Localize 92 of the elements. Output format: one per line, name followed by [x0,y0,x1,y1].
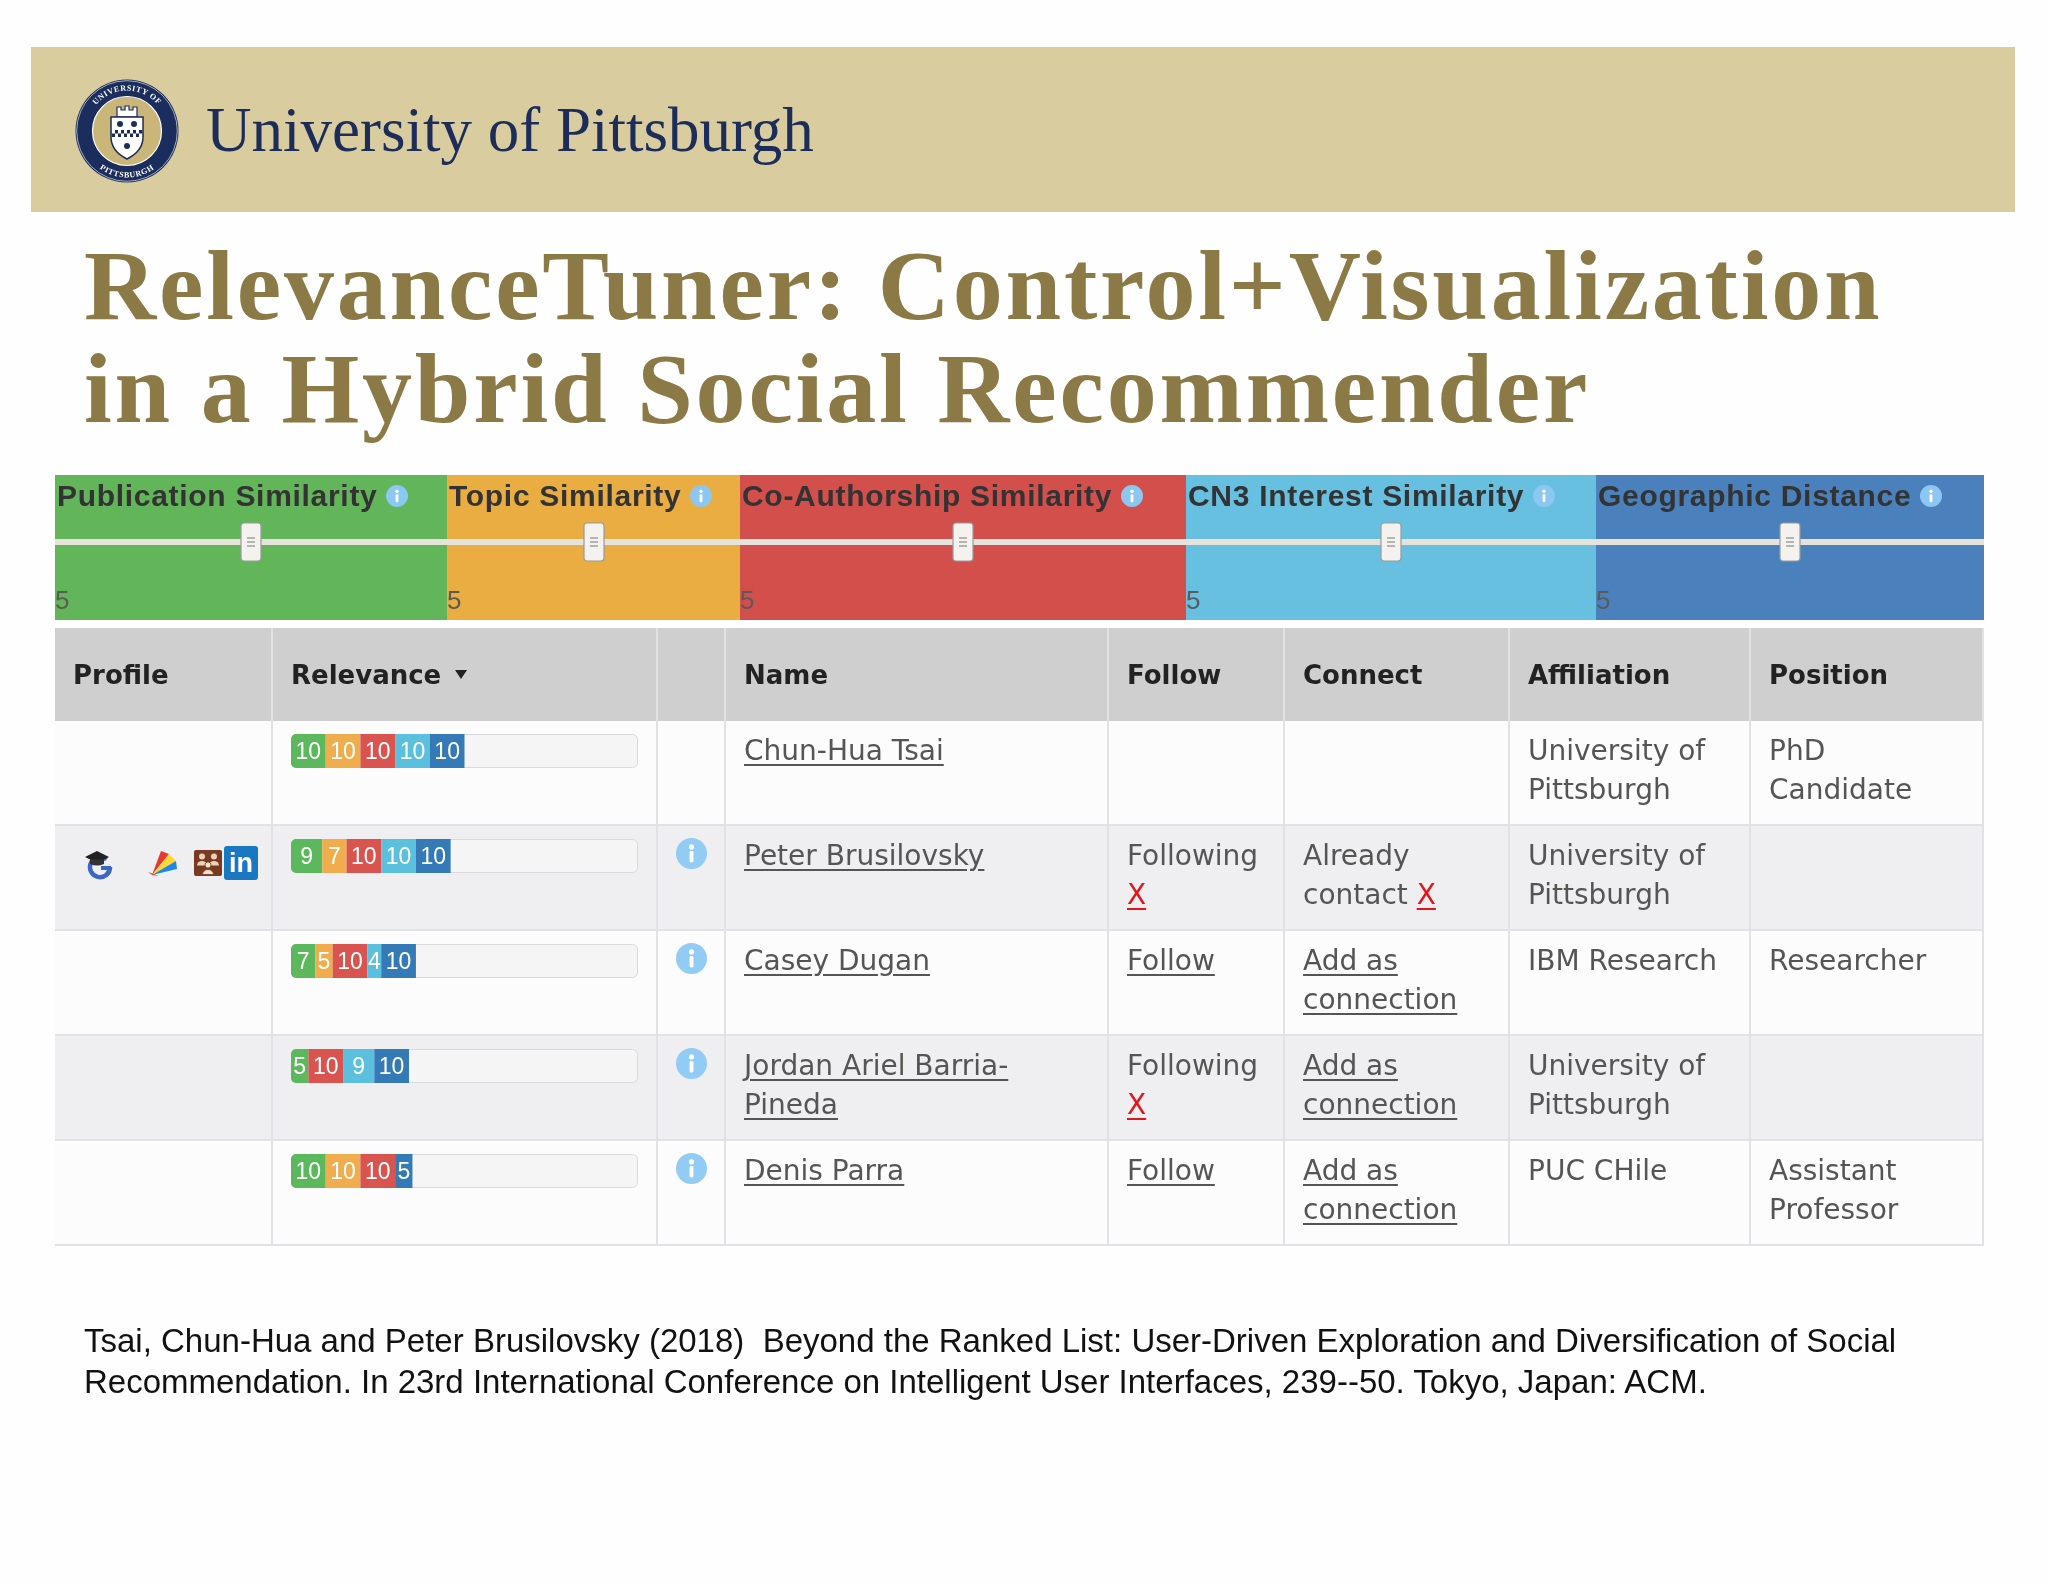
slider-value: 5 [447,585,463,615]
score-bar: 10 [332,944,368,978]
score-bar: 10 [325,734,361,768]
score-bar: 10 [395,734,430,768]
affiliation-text: University of Pittsburgh [1528,839,1706,911]
data-label: 5 [293,1053,307,1079]
score-bar: 10 [381,944,416,978]
score-bar: 10 [291,1154,326,1188]
slider-label: Topic Similarity [449,479,682,513]
data-label: 9 [300,843,314,869]
follow-link[interactable]: Follow [1127,941,1215,980]
add-connection-link[interactable]: Add as connection [1303,1046,1498,1124]
info-icon[interactable] [675,1048,707,1079]
score-bar: 10 [381,839,416,873]
info-icon[interactable] [386,485,409,507]
info-icon[interactable] [675,943,707,974]
university-name: University of Pittsburgh [206,96,814,166]
position-text: Researcher [1769,944,1927,977]
column-header: Connect [1303,659,1423,690]
score-bar: 10 [360,734,396,768]
score-bar: 10 [360,1154,396,1188]
score-bar: 10 [291,734,326,768]
connection-status: Already contact [1303,839,1410,911]
slider-label: CN3 Interest Similarity [1188,479,1525,513]
person-name-link[interactable]: Jordan Ariel Barria-Pineda [744,1046,1089,1124]
score-bar: 7 [291,944,316,978]
info-icon[interactable] [690,485,713,507]
column-header: Name [744,659,829,690]
score-bar: 10 [325,1154,361,1188]
add-connection-link[interactable]: Add as connection [1303,1151,1498,1229]
person-name-link[interactable]: Chun-Hua Tsai [744,731,944,770]
info-icon[interactable] [675,838,707,869]
slider-label: Geographic Distance [1598,479,1912,513]
data-label: 5 [317,948,331,974]
slider-value: 5 [55,585,71,615]
unfollow-link[interactable]: X [1127,1088,1147,1121]
follow-status: Following [1127,839,1259,872]
score-bar: 10 [374,1049,409,1083]
slider-thumb[interactable] [582,522,605,562]
slider-thumb[interactable] [240,522,262,562]
unfollow-link[interactable]: X [1127,878,1147,911]
add-connection-link[interactable]: Add as connection [1303,941,1498,1019]
person-name-link[interactable]: Casey Dugan [744,941,930,980]
score-bar: 5 [315,944,333,978]
score-bar: 9 [343,1049,375,1083]
slider-thumb[interactable] [1779,522,1801,562]
affiliation-text: University of Pittsburgh [1528,1049,1706,1121]
remove-connection-link[interactable]: X [1416,878,1436,911]
affiliation-text: University of Pittsburgh [1528,734,1706,806]
data-label: 7 [296,948,310,974]
slider-thumb[interactable] [952,522,974,562]
data-label: 4 [367,948,381,974]
data-label: 9 [352,1053,366,1079]
column-header: Affiliation [1528,659,1671,690]
follow-link[interactable]: Follow [1127,1151,1215,1190]
info-icon[interactable] [1121,485,1144,507]
column-header: Follow [1127,659,1222,690]
score-bar: 10 [415,839,451,873]
score-bar: 4 [367,944,382,978]
affiliation-text: PUC CHile [1528,1154,1668,1187]
follow-status: Following [1127,1049,1259,1082]
sort-caret-icon[interactable] [455,670,468,679]
column-header[interactable]: Relevance [291,659,442,690]
info-icon[interactable] [675,1153,707,1184]
score-bar: 9 [291,839,323,873]
citation-text: Tsai, Chun-Hua and Peter Brusilovsky (2018) Beyond the Ranked List: User-Driven Exploration and Diversification of Social Recommendation. In 23rd International Conference on Intelligent User Interfaces, 239--50. Tokyo, Japan: ACM. [84,1321,1898,1402]
data-label: 5 [397,1158,411,1184]
column-header: Position [1769,659,1889,690]
slider-value: 5 [1186,585,1202,615]
people-icon[interactable] [194,848,222,878]
position-text: PhD Candidate [1769,734,1913,806]
person-name-link[interactable]: Denis Parra [744,1151,905,1190]
person-name-link[interactable]: Peter Brusilovsky [744,836,985,875]
slider-value: 5 [1596,585,1612,615]
column-header: Profile [73,659,169,690]
score-bar: 10 [308,1049,344,1083]
score-bar: 10 [346,839,382,873]
in-badge-link[interactable]: in [224,846,258,880]
info-icon[interactable] [1920,485,1943,507]
score-bar: 7 [322,839,347,873]
score-bar: 10 [429,734,465,768]
colorful-fan-icon[interactable] [147,848,179,878]
position-text: Assistant Professor [1769,1154,1899,1226]
score-bar: 5 [395,1154,413,1188]
info-icon[interactable] [1533,485,1556,507]
affiliation-text: IBM Research [1528,944,1717,977]
slider-label: Publication Similarity [57,479,378,513]
data-label: 7 [327,843,341,869]
slider-value: 5 [740,585,756,615]
slider-label: Co-Authorship Similarity [742,479,1113,513]
score-bar: 5 [291,1049,309,1083]
slider-thumb[interactable] [1380,522,1402,562]
